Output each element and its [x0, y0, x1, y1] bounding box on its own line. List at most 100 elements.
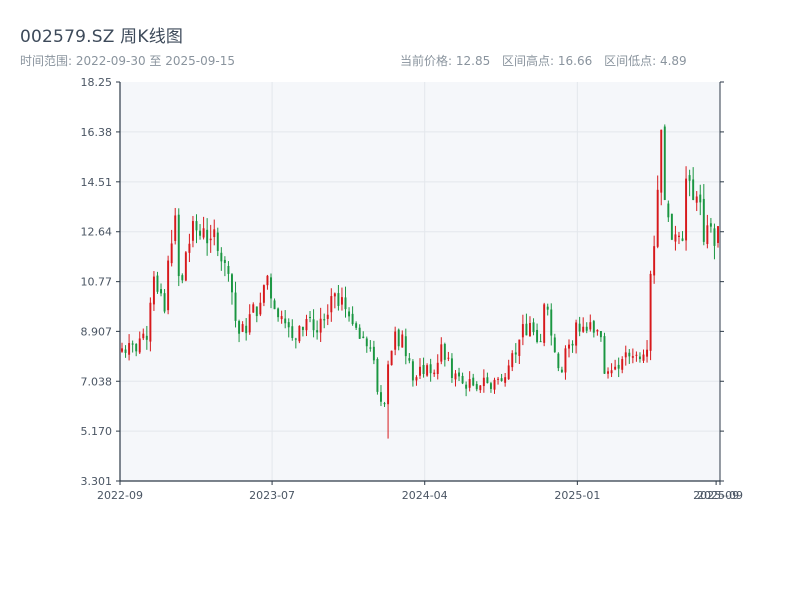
candle-body — [663, 126, 666, 200]
candle-body — [426, 365, 429, 376]
candle-body — [667, 203, 670, 218]
candle-body — [326, 314, 329, 319]
candle-up — [390, 350, 393, 366]
candle-body — [294, 338, 297, 340]
candle-body — [174, 215, 177, 241]
candle-body — [440, 344, 443, 362]
candle-down — [603, 332, 606, 374]
candle-body — [564, 348, 567, 373]
candle-up — [167, 255, 170, 315]
candle-body — [184, 252, 187, 281]
candle-body — [149, 302, 152, 342]
candle-body — [390, 350, 393, 366]
candle-body — [131, 343, 134, 345]
candle-body — [138, 338, 141, 353]
candle-body — [287, 322, 290, 328]
candle-body — [167, 260, 170, 311]
candle-body — [337, 293, 340, 306]
candle-body — [553, 337, 556, 353]
candle-body — [316, 330, 319, 333]
candle-body — [504, 377, 507, 383]
candle-body — [642, 354, 645, 361]
candle-body — [433, 372, 436, 375]
candle-body — [550, 309, 553, 336]
candle-body — [422, 364, 425, 374]
candle-body — [301, 326, 304, 330]
candle-body — [245, 325, 248, 334]
candle-body — [152, 276, 155, 305]
candle-body — [589, 322, 592, 330]
candle-down — [177, 208, 180, 287]
candle-body — [568, 344, 570, 349]
candle-body — [415, 377, 418, 381]
candle-body — [160, 289, 162, 294]
candlestick-chart: 3.301 5.170 7.038 8.907 10.77 12.64 14.51 16.38… — [81, 76, 743, 502]
candle-body — [372, 346, 375, 361]
candle-body — [500, 378, 503, 381]
candle-body — [695, 196, 698, 203]
candle-body — [468, 379, 471, 388]
candle-down — [670, 213, 673, 241]
candle-body — [450, 358, 453, 379]
candle-body — [380, 392, 382, 402]
candle-up — [649, 270, 652, 361]
x-tick-label: 2024-04 — [402, 489, 448, 502]
candle-body — [489, 383, 492, 389]
candle-body — [699, 194, 702, 203]
candle-body — [223, 259, 226, 263]
candle-body — [575, 322, 578, 346]
candle-body — [206, 229, 209, 244]
candle-body — [262, 285, 265, 303]
candle-body — [248, 314, 251, 333]
candle-body — [333, 293, 336, 297]
candle-body — [614, 366, 617, 370]
candle-up — [685, 166, 688, 251]
candle-body — [461, 375, 464, 384]
y-tick-label: 3.301 — [81, 475, 113, 488]
candle-body — [592, 321, 595, 333]
candle-body — [685, 178, 688, 241]
candle-body — [348, 311, 351, 317]
candle-body — [617, 364, 620, 369]
candle-body — [145, 335, 148, 340]
candle-body — [571, 343, 574, 346]
candle-body — [511, 353, 514, 368]
candle-body — [543, 304, 546, 343]
candle-body — [638, 356, 641, 360]
candle-body — [220, 252, 223, 262]
candle-body — [365, 338, 368, 347]
candle-body — [706, 225, 709, 245]
candle-body — [507, 365, 510, 380]
candle-body — [631, 356, 634, 358]
candle-body — [394, 331, 397, 350]
candle-body — [447, 357, 450, 359]
candle-body — [493, 379, 496, 390]
candle-body — [344, 297, 347, 310]
candle-body — [351, 313, 354, 325]
candle-body — [408, 358, 411, 361]
candle-body — [319, 318, 322, 333]
candle-body — [670, 213, 673, 240]
candle-body — [270, 277, 272, 299]
candle-body — [309, 316, 311, 318]
candle-body — [362, 336, 365, 338]
x-tick-label: 2025-01 — [554, 489, 600, 502]
candle-up — [426, 363, 429, 377]
x-tick-label: 2023-07 — [249, 489, 295, 502]
candle-body — [518, 339, 521, 356]
candle-body — [599, 330, 602, 338]
candle-body — [202, 228, 205, 238]
candle-up — [543, 302, 546, 347]
candle-up — [184, 251, 187, 282]
candle-body — [536, 329, 539, 342]
candle-body — [238, 321, 241, 334]
candle-body — [191, 221, 194, 241]
candle-body — [216, 232, 219, 251]
candle-body — [539, 341, 542, 343]
candle-body — [514, 352, 517, 355]
candle-body — [465, 384, 468, 389]
candle-body — [692, 179, 695, 200]
candle-body — [458, 372, 460, 377]
candle-body — [358, 327, 361, 339]
candle-body — [557, 353, 560, 369]
